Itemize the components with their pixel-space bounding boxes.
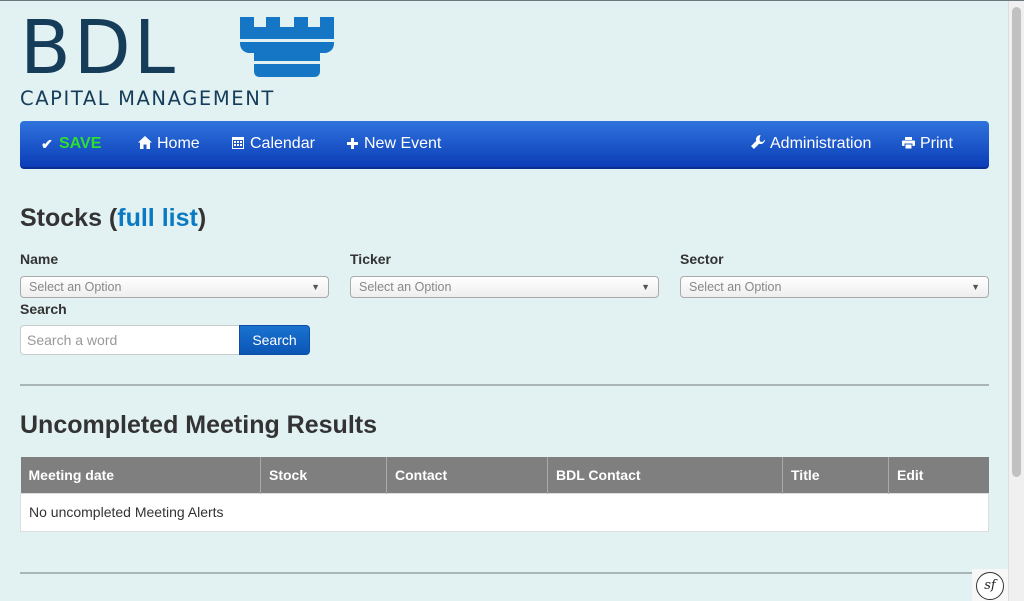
column-header[interactable]: BDL Contact — [547, 457, 783, 493]
nav-print[interactable]: Print — [901, 121, 953, 167]
brand-logo[interactable]: BDL CAPITAL MANAGEMENT — [20, 11, 340, 110]
castle-tower-icon — [240, 17, 334, 77]
ticker-select-value: Select an Option — [359, 280, 452, 294]
nav-calendar[interactable]: Calendar — [231, 121, 315, 167]
page-scrollbar[interactable] — [1008, 1, 1024, 601]
name-select[interactable]: Select an Option ▼ — [20, 276, 329, 298]
ticker-select[interactable]: Select an Option ▼ — [350, 276, 659, 298]
meetings-heading: Uncompleted Meeting Results — [20, 411, 377, 439]
nav-new-event-label: New Event — [364, 135, 442, 152]
column-header[interactable]: Contact — [386, 457, 548, 493]
chevron-down-icon: ▼ — [641, 282, 650, 292]
stocks-title-text: Stocks — [20, 204, 102, 232]
meetings-table: Meeting date Stock Contact BDL Contact T… — [20, 457, 989, 532]
logo-subtitle: CAPITAL MANAGEMENT — [20, 87, 275, 110]
section-divider — [20, 572, 989, 574]
nav-administration-label: Administration — [770, 135, 872, 152]
symfony-icon: sf — [976, 572, 1004, 600]
sector-select[interactable]: Select an Option ▼ — [680, 276, 989, 298]
check-icon: ✔ — [41, 136, 53, 152]
empty-message: No uncompleted Meeting Alerts — [20, 492, 989, 532]
nav-home[interactable]: Home — [138, 121, 200, 167]
nav-save[interactable]: ✔ SAVE — [40, 121, 101, 167]
table-row: No uncompleted Meeting Alerts — [20, 492, 989, 532]
chevron-down-icon: ▼ — [311, 282, 320, 292]
sector-label: Sector — [680, 251, 724, 267]
name-select-value: Select an Option — [29, 280, 122, 294]
search-button[interactable]: Search — [239, 325, 310, 355]
name-label: Name — [20, 251, 59, 267]
chevron-down-icon: ▼ — [971, 282, 980, 292]
table-header-row: Meeting date Stock Contact BDL Contact T… — [20, 457, 989, 493]
debug-toolbar-toggle[interactable]: sf — [972, 569, 1008, 601]
sector-select-value: Select an Option — [689, 280, 782, 294]
full-list-link[interactable]: full list — [117, 204, 198, 232]
nav-print-label: Print — [920, 135, 953, 152]
column-header[interactable]: Stock — [260, 457, 387, 493]
wrench-icon — [751, 123, 766, 165]
nav-calendar-label: Calendar — [250, 135, 315, 152]
home-icon — [138, 123, 152, 165]
print-icon — [901, 123, 915, 165]
stocks-heading: Stocks (full list) — [20, 204, 207, 232]
section-divider — [20, 384, 989, 386]
search-input-placeholder: Search a word — [27, 332, 118, 348]
column-header[interactable]: Title — [782, 457, 889, 493]
search-input[interactable]: Search a word — [20, 325, 240, 355]
plus-icon — [345, 123, 359, 165]
search-label: Search — [20, 301, 67, 317]
logo-main-text: BDL — [20, 5, 178, 91]
scrollbar-thumb[interactable] — [1012, 7, 1021, 477]
nav-save-label: SAVE — [59, 135, 102, 152]
nav-administration[interactable]: Administration — [751, 121, 871, 167]
column-header[interactable]: Meeting date — [20, 457, 261, 493]
nav-new-event[interactable]: New Event — [345, 121, 441, 167]
column-header[interactable]: Edit — [888, 457, 989, 493]
nav-home-label: Home — [157, 135, 200, 152]
ticker-label: Ticker — [350, 251, 391, 267]
main-navbar: ✔ SAVE Home Calendar New Event Administr… — [20, 121, 989, 169]
calendar-icon — [231, 123, 245, 165]
